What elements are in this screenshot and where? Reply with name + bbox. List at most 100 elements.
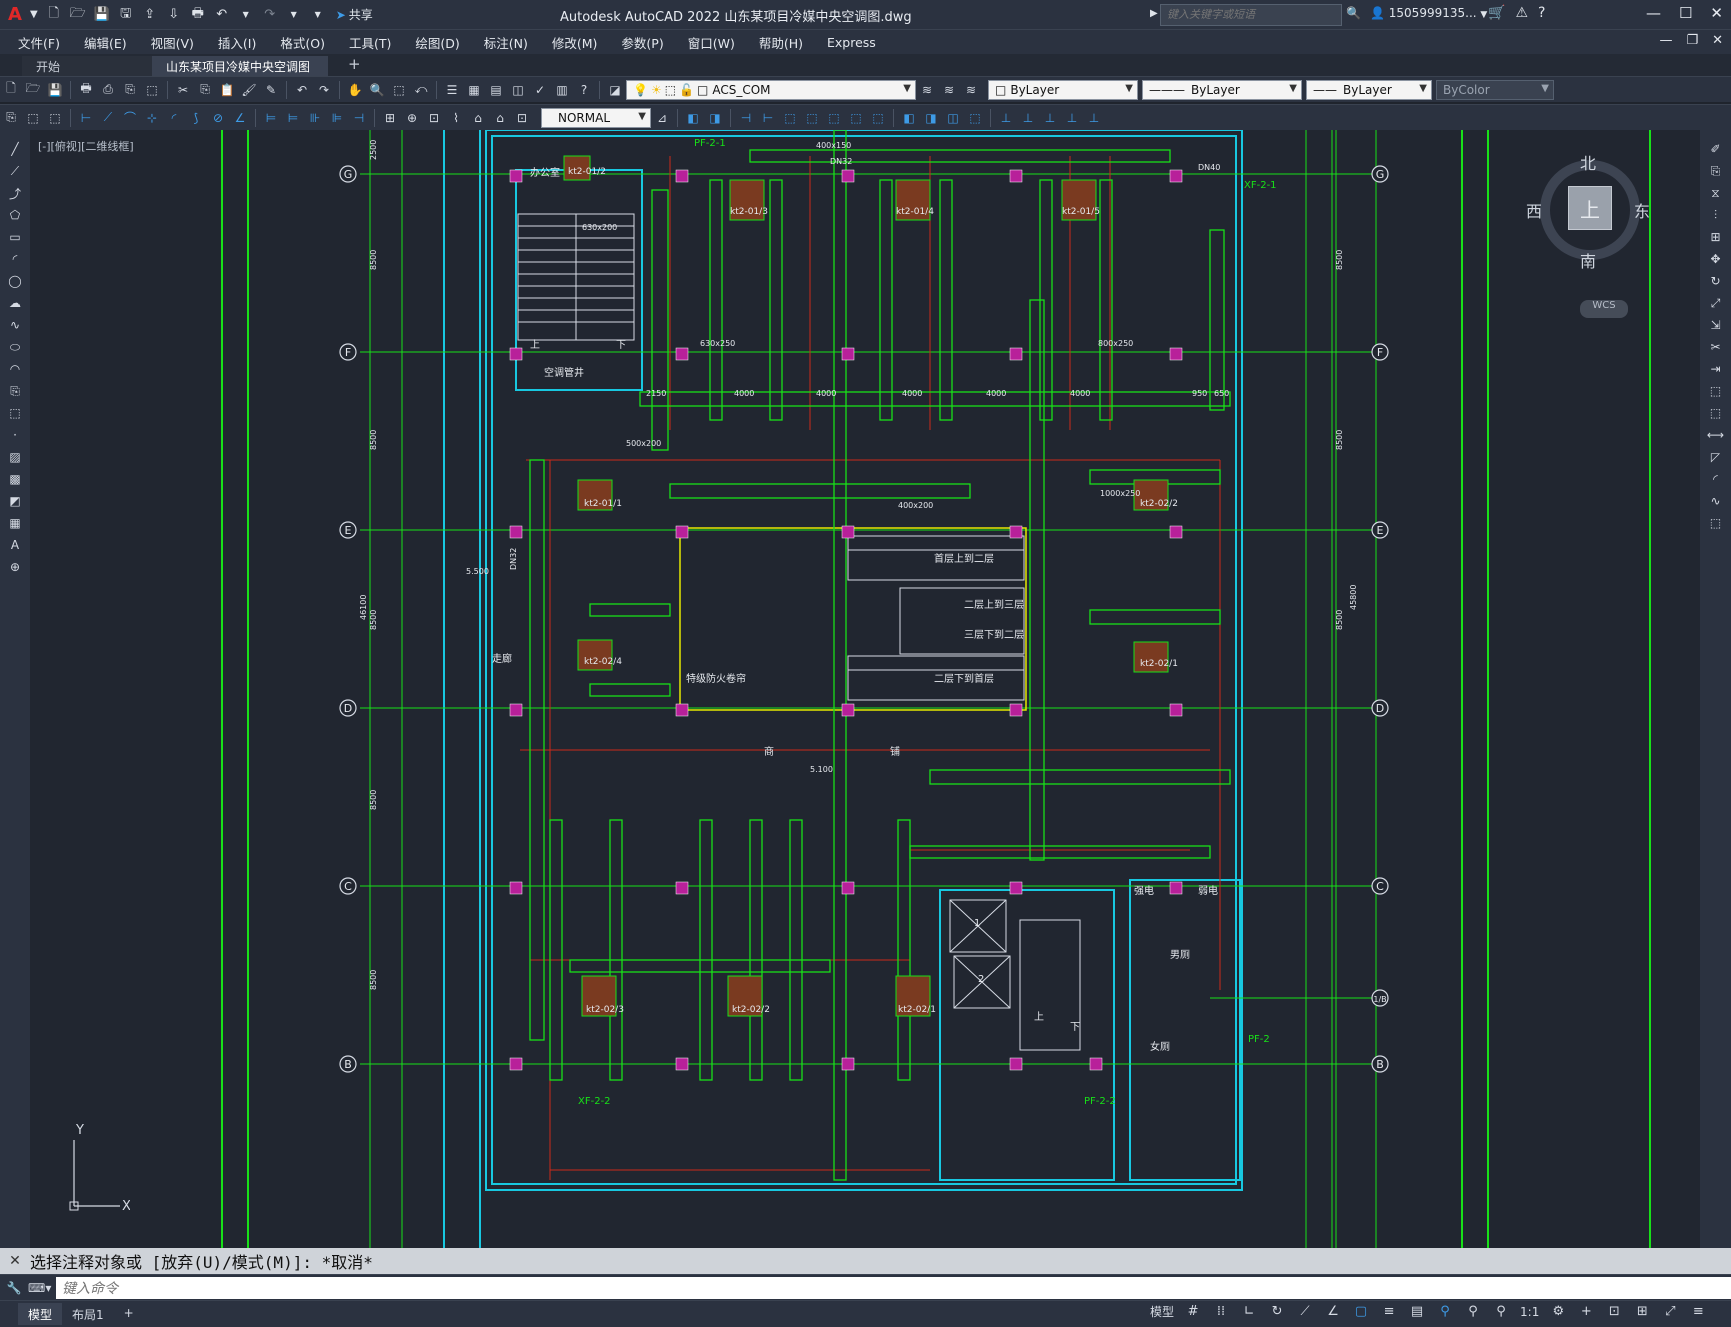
color-dropdown[interactable]: □ ByLayer ▼: [988, 79, 1138, 100]
sheet-set-icon[interactable]: ◫: [509, 81, 527, 99]
tolerance-icon[interactable]: ⊞: [381, 109, 399, 127]
block-insert-icon[interactable]: ⎘: [2, 109, 20, 127]
open-file-icon[interactable]: 🗁: [68, 5, 88, 25]
join-icon[interactable]: ⟷: [1707, 426, 1725, 444]
block-make-icon[interactable]: ⬚: [24, 109, 42, 127]
compass-west[interactable]: 西: [1526, 198, 1542, 222]
layer-properties-icon[interactable]: ◪: [606, 81, 624, 99]
compass-east[interactable]: 东: [1634, 198, 1650, 222]
plotstyle-dropdown[interactable]: ByColor ▼: [1436, 79, 1554, 100]
menu-express[interactable]: Express: [827, 35, 876, 50]
search-expand-icon[interactable]: ▶: [1150, 8, 1158, 19]
array-icon[interactable]: ⊞: [1707, 228, 1725, 246]
save-icon[interactable]: 💾: [92, 5, 112, 25]
dim-linear-icon[interactable]: ⊢: [77, 109, 95, 127]
circle-icon[interactable]: ◯: [6, 272, 24, 290]
ellipse-icon[interactable]: ⬭: [6, 338, 24, 356]
fillet-icon[interactable]: ◜: [1707, 470, 1725, 488]
dim-angular-icon[interactable]: ∠: [231, 109, 249, 127]
paste-icon[interactable]: 📋: [218, 81, 236, 99]
block-editor-icon[interactable]: ✎: [262, 81, 280, 99]
add-selected-icon[interactable]: ⊕: [6, 558, 24, 576]
center-mark-icon[interactable]: ⊕: [403, 109, 421, 127]
line-icon[interactable]: ╱: [6, 140, 24, 158]
blend-icon[interactable]: ∿: [1707, 492, 1725, 510]
layer-dropdown[interactable]: 💡 ☀ ⬚ 🔓 □ ACS_COM ▼: [626, 79, 916, 100]
add-layout-button[interactable]: +: [114, 1303, 144, 1325]
new-tab-button[interactable]: +: [348, 55, 361, 73]
annotation-scale[interactable]: 1:1: [1520, 1305, 1539, 1319]
menu-dimension[interactable]: 标注(N): [484, 33, 528, 52]
copy-icon[interactable]: ⎘: [196, 81, 214, 99]
fullscreen-icon[interactable]: ⤢: [1661, 1304, 1679, 1319]
offset-icon[interactable]: ⫶: [1707, 206, 1725, 224]
draworder-front-icon[interactable]: ◧: [684, 109, 702, 127]
3d-print-icon[interactable]: ⬚: [143, 81, 161, 99]
view-top-icon[interactable]: ◧: [900, 109, 918, 127]
polygon-icon[interactable]: ⬠: [6, 206, 24, 224]
object-snap-tracking-icon[interactable]: ∠: [1324, 1304, 1342, 1319]
gradient-icon[interactable]: ▩: [6, 470, 24, 488]
doc-close-icon[interactable]: ✕: [1712, 33, 1723, 48]
markup-icon[interactable]: ✓: [531, 81, 549, 99]
block-write-icon[interactable]: ⬚: [46, 109, 64, 127]
trim-icon[interactable]: ✂: [1707, 338, 1725, 356]
ucs-object-icon[interactable]: ⊥: [1085, 109, 1103, 127]
menu-help[interactable]: 帮助(H): [759, 33, 803, 52]
undo-tool-icon[interactable]: ↶: [293, 81, 311, 99]
ref-edit-icon[interactable]: ⬚: [847, 109, 865, 127]
lineweight-dropdown[interactable]: —— ByLayer ▼: [1306, 79, 1432, 100]
tool-palettes-icon[interactable]: ▤: [487, 81, 505, 99]
share-button[interactable]: ➤ 共享: [336, 6, 373, 23]
menu-insert[interactable]: 插入(I): [218, 33, 256, 52]
table-icon[interactable]: ▦: [6, 514, 24, 532]
pan-icon[interactable]: ✋: [346, 81, 364, 99]
dim-jogged-icon[interactable]: ⟆: [187, 109, 205, 127]
copy-object-icon[interactable]: ⎘: [1707, 162, 1725, 180]
compass-south[interactable]: 南: [1580, 248, 1596, 272]
units-icon[interactable]: ⊡: [1605, 1304, 1623, 1319]
dim-baseline-icon[interactable]: ⊨: [284, 109, 302, 127]
transparency-icon[interactable]: ▤: [1408, 1304, 1426, 1319]
design-center-icon[interactable]: ▦: [465, 81, 483, 99]
search-icon[interactable]: 🔍: [1346, 6, 1361, 20]
hatch-icon[interactable]: ▨: [6, 448, 24, 466]
properties-icon[interactable]: ☰: [443, 81, 461, 99]
move-icon[interactable]: ✥: [1707, 250, 1725, 268]
dim-edit-icon[interactable]: ⌂: [469, 109, 487, 127]
cut-icon[interactable]: ✂: [174, 81, 192, 99]
dim-ordinate-icon[interactable]: ⊹: [143, 109, 161, 127]
qnew-icon[interactable]: 🗋: [2, 81, 20, 99]
layer-state-icon[interactable]: ≋: [962, 81, 980, 99]
tab-layout1[interactable]: 布局1: [62, 1303, 114, 1325]
add-icon[interactable]: +: [1577, 1304, 1595, 1319]
dim-continue-icon[interactable]: ⊪: [306, 109, 324, 127]
quick-properties-icon[interactable]: ⊞: [1633, 1304, 1651, 1319]
workspace-gear-icon[interactable]: ⚙: [1549, 1304, 1567, 1319]
polyline-icon[interactable]: ⤴: [6, 184, 24, 202]
inspect-icon[interactable]: ⊡: [425, 109, 443, 127]
ellipse-arc-icon[interactable]: ◠: [6, 360, 24, 378]
viewcube[interactable]: 北 南 东 西 上 WCS: [1526, 150, 1650, 318]
quick-dim-icon[interactable]: ⊨: [262, 109, 280, 127]
doc-restore-icon[interactable]: ❐: [1686, 33, 1698, 48]
compass-north[interactable]: 北: [1580, 150, 1596, 174]
viewcube-top-face[interactable]: 上: [1568, 186, 1612, 230]
ucs-origin-icon[interactable]: ⊥: [1041, 109, 1059, 127]
menu-draw[interactable]: 绘图(D): [415, 33, 459, 52]
app-menu-chevron-icon[interactable]: ▼: [30, 9, 38, 20]
ref-underlay-icon[interactable]: ⬚: [803, 109, 821, 127]
object-snap-icon[interactable]: ▢: [1352, 1304, 1370, 1319]
rotate-icon[interactable]: ↻: [1707, 272, 1725, 290]
redo-dropdown-icon[interactable]: ▼: [284, 5, 304, 25]
spline-icon[interactable]: ∿: [6, 316, 24, 334]
dim-break-icon[interactable]: ⊣: [350, 109, 368, 127]
ucs-face-icon[interactable]: ⊥: [1063, 109, 1081, 127]
customize-qa-icon[interactable]: ▼: [308, 5, 328, 25]
open-web-icon[interactable]: ⇪: [140, 5, 160, 25]
plot-icon[interactable]: 🖶: [188, 5, 208, 25]
drawing-canvas[interactable]: G F E D C B G F E D C 1/B B 办公室 空调管井 走廊 …: [30, 130, 1700, 1248]
ref-attach-icon[interactable]: ⊣: [737, 109, 755, 127]
cart-icon[interactable]: 🛒: [1488, 5, 1505, 21]
autoscale-icon[interactable]: ⚲: [1464, 1304, 1482, 1319]
